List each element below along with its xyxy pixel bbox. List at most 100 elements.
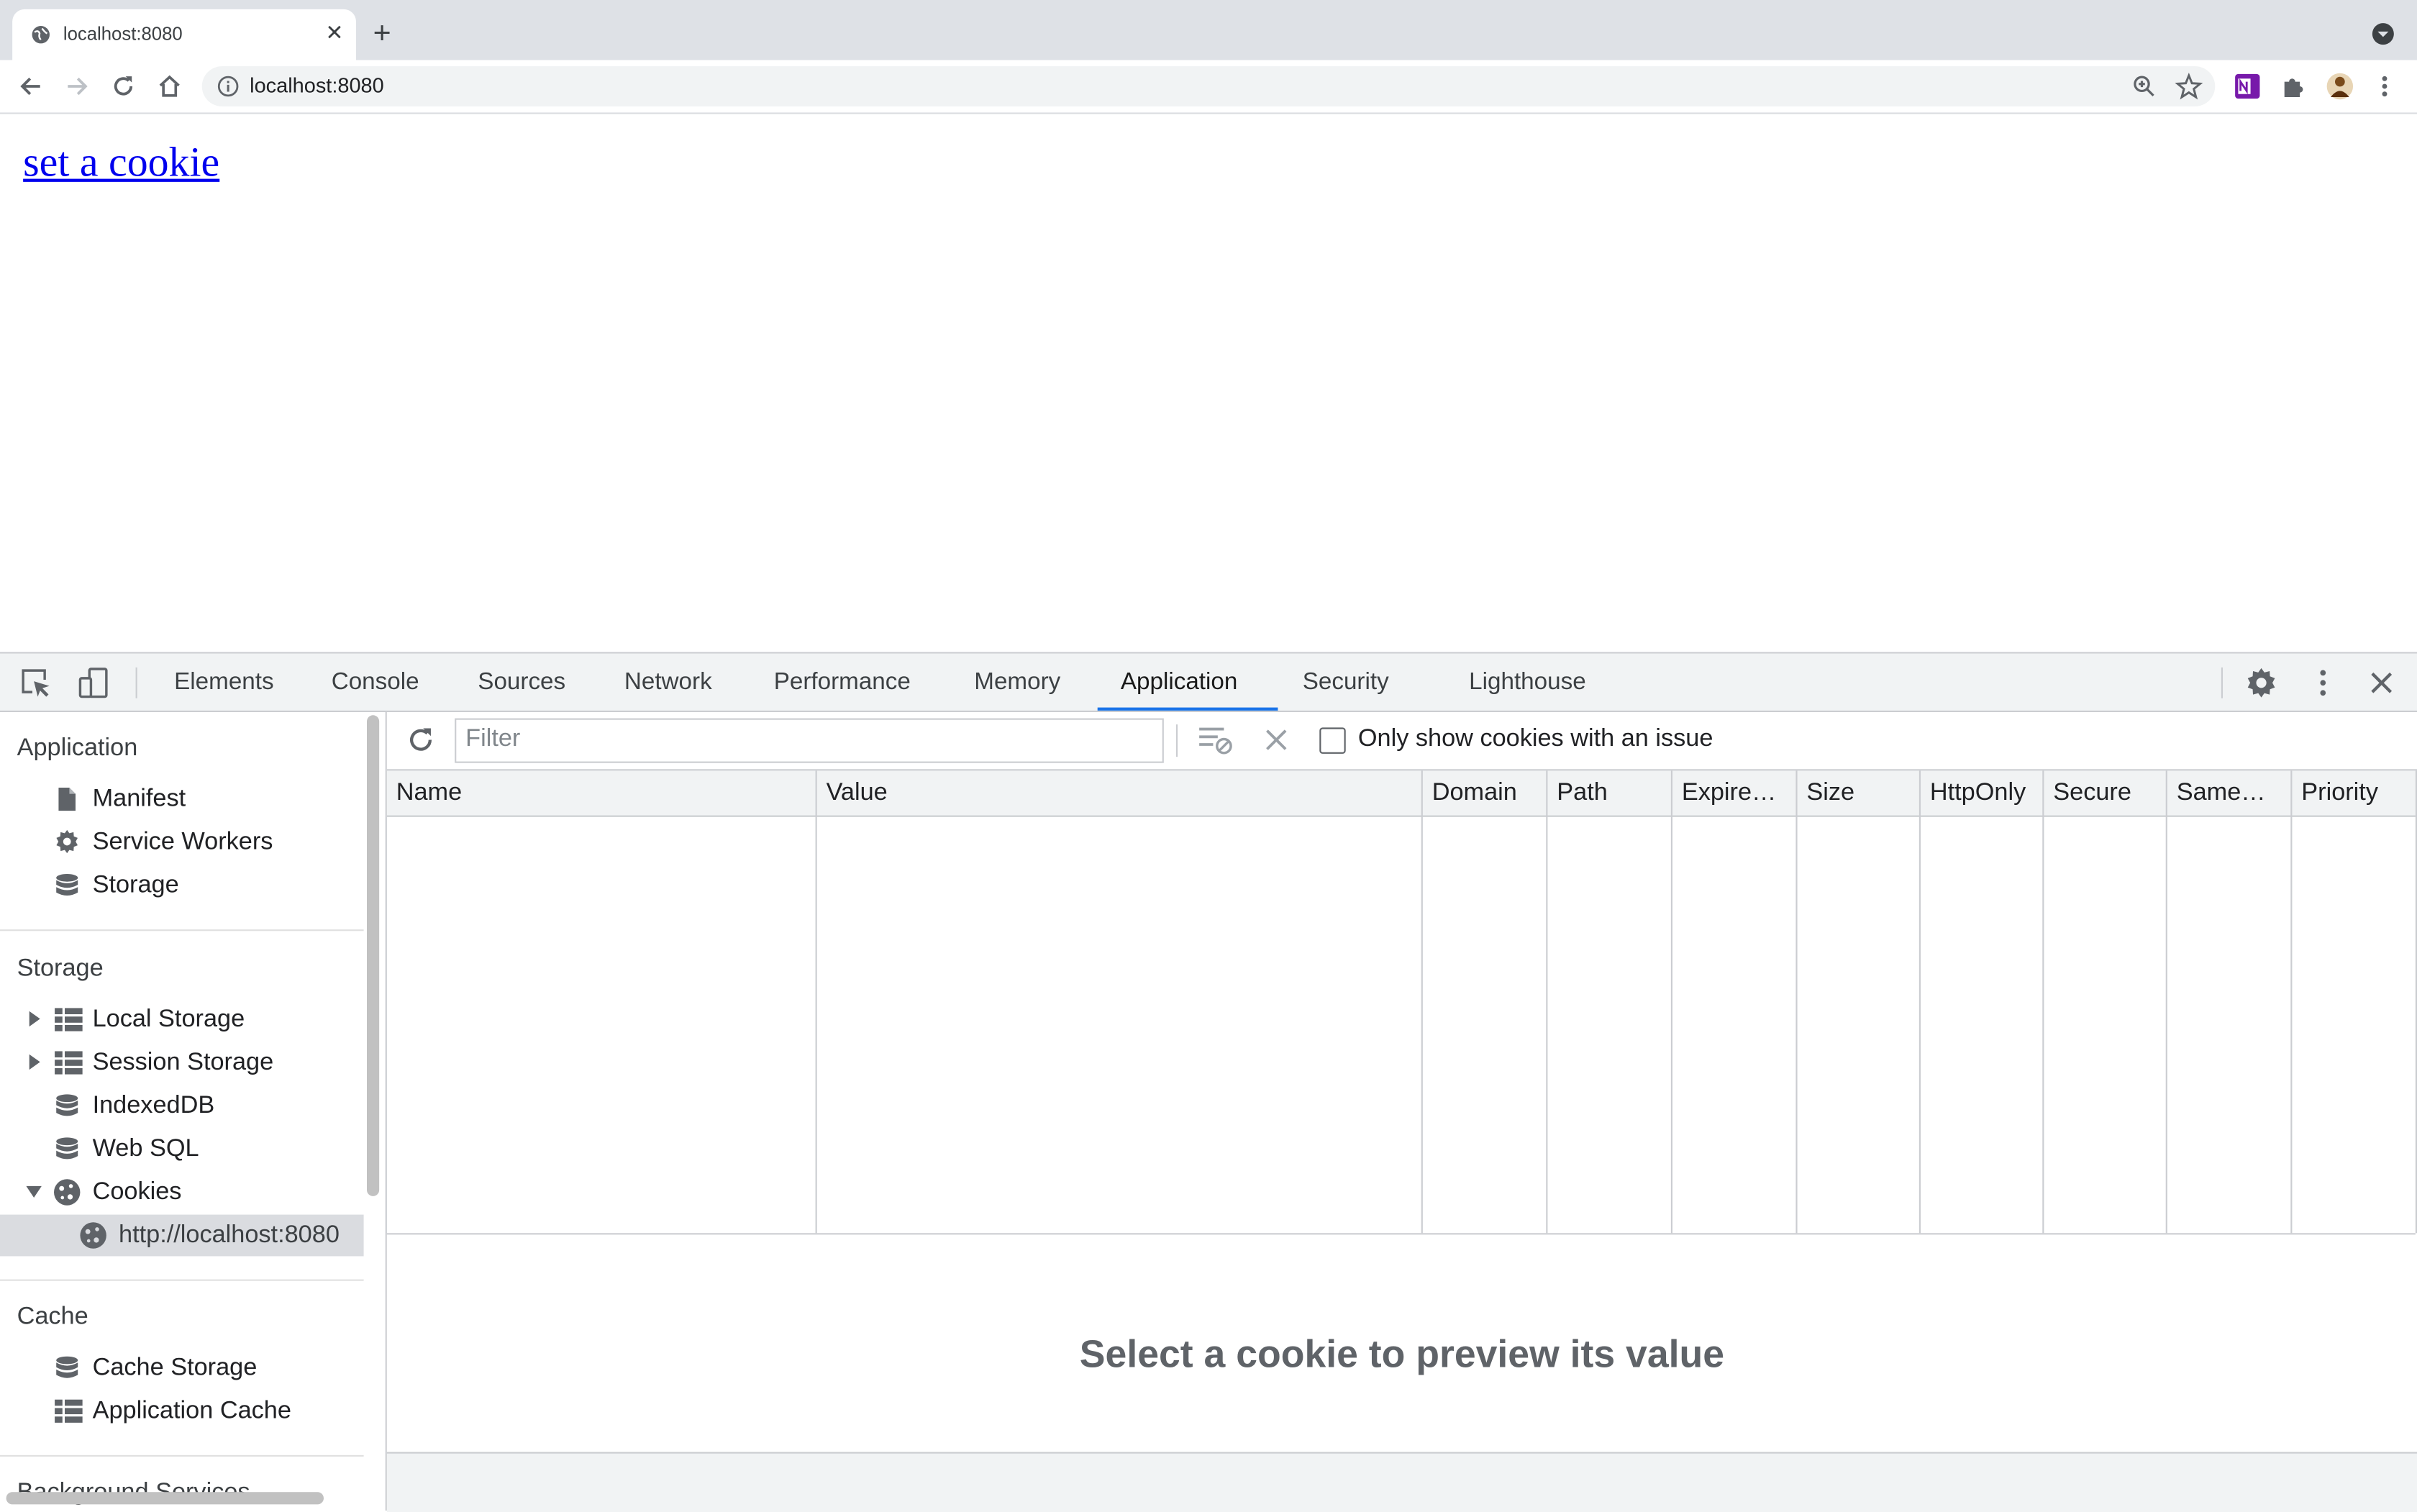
- site-info-icon[interactable]: [217, 76, 239, 97]
- storage-database-icon: [56, 874, 78, 896]
- tab-search-icon[interactable]: [2371, 22, 2395, 46]
- clear-filtered-cookies-icon[interactable]: [1198, 723, 1234, 757]
- toolbar-divider: [1176, 724, 1178, 757]
- session-storage-grid-icon: [55, 1051, 83, 1075]
- column-value[interactable]: Value: [817, 770, 1423, 1234]
- sidebar-item-manifest[interactable]: Manifest: [93, 786, 186, 814]
- column-header-path[interactable]: Path: [1557, 780, 1608, 808]
- section-header-storage: Storage: [17, 955, 104, 982]
- cookie-preview-pane: Select a cookie to preview its value: [386, 1234, 2417, 1452]
- onenote-extension-icon[interactable]: [2234, 73, 2262, 101]
- indexeddb-database-icon: [56, 1094, 78, 1116]
- url-text[interactable]: localhost:8080: [250, 74, 384, 97]
- column-header-priority[interactable]: Priority: [2301, 780, 2378, 808]
- cache-storage-database-icon: [56, 1356, 78, 1378]
- browser-toolbar: localhost:8080: [0, 60, 2417, 114]
- browser-menu-icon[interactable]: [2374, 73, 2395, 101]
- address-bar[interactable]: localhost:8080: [201, 66, 2216, 106]
- local-storage-grid-icon: [55, 1008, 83, 1031]
- sidebar-item-web-sql[interactable]: Web SQL: [93, 1136, 199, 1164]
- back-icon[interactable]: [15, 71, 46, 102]
- column-header-expires[interactable]: Expire…: [1682, 780, 1776, 808]
- toolbar-divider: [135, 667, 137, 698]
- column-domain[interactable]: Domain: [1423, 770, 1548, 1234]
- inspect-element-icon[interactable]: [19, 666, 53, 700]
- cookies-toolbar: Only show cookies with an issue: [386, 711, 2417, 771]
- device-toolbar-icon[interactable]: [77, 666, 111, 700]
- forward-icon[interactable]: [62, 71, 93, 102]
- column-header-samesite[interactable]: Same…: [2177, 780, 2266, 808]
- page-viewport: set a cookie: [0, 114, 2417, 651]
- only-issues-label[interactable]: Only show cookies with an issue: [1358, 726, 1713, 754]
- refresh-icon[interactable]: [404, 723, 437, 757]
- preview-placeholder-text: Select a cookie to preview its value: [1079, 1333, 1725, 1377]
- tab-lighthouse[interactable]: Lighthouse: [1469, 669, 1586, 697]
- settings-gear-icon[interactable]: [2244, 666, 2278, 700]
- browser-tab[interactable]: localhost:8080 ✕: [12, 9, 356, 60]
- profile-avatar-icon[interactable]: [2326, 73, 2354, 101]
- column-path[interactable]: Path: [1547, 770, 1672, 1234]
- tab-strip: localhost:8080 ✕ +: [0, 0, 2417, 60]
- tab-sources[interactable]: Sources: [478, 669, 565, 697]
- column-header-size[interactable]: Size: [1806, 780, 1854, 808]
- home-icon[interactable]: [154, 71, 185, 102]
- tab-memory[interactable]: Memory: [974, 669, 1060, 697]
- sidebar-item-service-workers[interactable]: Service Workers: [93, 829, 273, 857]
- application-sidebar: Application Manifest Service Workers Sto…: [0, 711, 364, 1512]
- column-header-secure[interactable]: Secure: [2053, 780, 2131, 808]
- column-header-httponly[interactable]: HttpOnly: [1930, 780, 2026, 808]
- bookmark-star-icon[interactable]: [2175, 72, 2203, 101]
- tab-security[interactable]: Security: [1303, 669, 1389, 697]
- column-samesite[interactable]: Same…: [2167, 770, 2293, 1234]
- column-priority[interactable]: Priority: [2292, 770, 2417, 1234]
- set-cookie-link[interactable]: set a cookie: [23, 139, 219, 186]
- tab-network[interactable]: Network: [624, 669, 712, 697]
- sidebar-item-application-cache[interactable]: Application Cache: [93, 1398, 291, 1426]
- tab-performance[interactable]: Performance: [774, 669, 911, 697]
- column-secure[interactable]: Secure: [2044, 770, 2167, 1234]
- sidebar-item-cookies[interactable]: Cookies: [93, 1179, 182, 1207]
- only-issues-checkbox[interactable]: [1319, 727, 1346, 754]
- sidebar-item-cache-storage[interactable]: Cache Storage: [93, 1355, 258, 1383]
- column-header-name[interactable]: Name: [396, 780, 462, 808]
- tab-elements[interactable]: Elements: [174, 669, 273, 697]
- column-expires[interactable]: Expire…: [1672, 770, 1798, 1234]
- extensions-puzzle-icon[interactable]: [2280, 73, 2308, 101]
- section-header-application: Application: [17, 735, 138, 762]
- sidebar-item-local-storage[interactable]: Local Storage: [93, 1006, 245, 1034]
- sidebar-divider: [0, 1279, 364, 1281]
- devtools-tab-bar: Elements Console Sources Network Perform…: [0, 653, 2417, 712]
- column-header-value[interactable]: Value: [827, 780, 888, 808]
- column-size[interactable]: Size: [1798, 770, 1921, 1234]
- sidebar-item-indexeddb[interactable]: IndexedDB: [93, 1093, 215, 1121]
- new-tab-icon[interactable]: +: [373, 19, 391, 50]
- sidebar-horizontal-scrollbar[interactable]: [6, 1492, 324, 1505]
- sidebar-vertical-scrollbar[interactable]: [366, 715, 380, 1196]
- sidebar-item-cookie-origin[interactable]: http://localhost:8080: [119, 1222, 340, 1250]
- tab-console[interactable]: Console: [332, 669, 419, 697]
- expand-arrow-icon[interactable]: [26, 1053, 41, 1072]
- column-header-domain[interactable]: Domain: [1432, 780, 1517, 808]
- tab-application[interactable]: Application: [1121, 669, 1237, 697]
- cookie-origin-icon: [80, 1222, 106, 1249]
- customize-menu-icon[interactable]: [2306, 666, 2340, 700]
- expand-arrow-icon[interactable]: [26, 1010, 41, 1029]
- section-header-cache: Cache: [17, 1303, 88, 1331]
- filter-field[interactable]: [455, 718, 1164, 763]
- manifest-file-icon: [58, 788, 76, 811]
- collapse-arrow-icon[interactable]: [24, 1184, 43, 1199]
- filter-input[interactable]: [456, 719, 1153, 759]
- zoom-icon[interactable]: [2132, 74, 2157, 99]
- sidebar-item-session-storage[interactable]: Session Storage: [93, 1049, 274, 1078]
- column-httponly[interactable]: HttpOnly: [1921, 770, 2044, 1234]
- close-tab-icon[interactable]: ✕: [322, 20, 347, 45]
- sidebar-divider: [0, 1454, 364, 1457]
- sidebar-divider: [0, 929, 364, 932]
- cookies-table[interactable]: Name Value Domain Path Expire… Size Http…: [386, 770, 2417, 1235]
- clear-all-cookies-icon[interactable]: [1262, 726, 1291, 754]
- reload-icon[interactable]: [108, 71, 139, 102]
- close-devtools-icon[interactable]: [2364, 666, 2398, 700]
- column-name[interactable]: Name: [387, 770, 817, 1234]
- sidebar-item-storage[interactable]: Storage: [93, 873, 179, 901]
- application-cache-grid-icon: [55, 1399, 83, 1423]
